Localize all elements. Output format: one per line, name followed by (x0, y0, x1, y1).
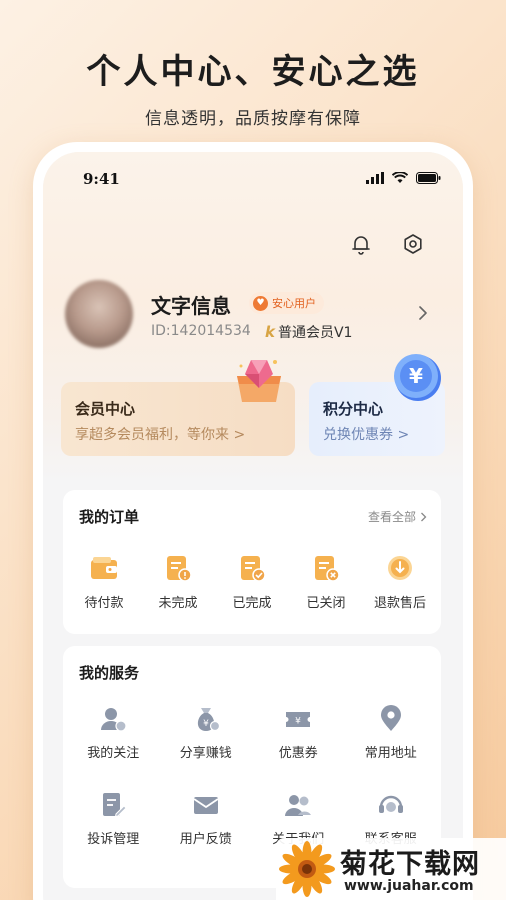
hero-subtitle: 信息透明，品质按摩有保障 (145, 109, 361, 129)
order-completed[interactable]: 已完成 (215, 552, 289, 611)
order-item-label: 退款售后 (373, 596, 426, 611)
pending-order-icon (167, 556, 192, 582)
view-all-label: 查看全部 (367, 510, 416, 524)
chevron-right-icon[interactable] (417, 306, 429, 320)
view-all-orders-link[interactable]: 查看全部 (368, 508, 427, 525)
coupon-icon: ¥ (286, 712, 311, 727)
status-bar: 9:41 (43, 170, 463, 190)
user-id: ID:142014534 (151, 323, 251, 339)
service-item-label: 用户反馈 (179, 832, 232, 847)
services-row: 我的关注 ¥ 分享赚钱 ¥ 优惠券 常用地址 (63, 704, 441, 761)
phone-frame: 9:41 文字信息 ♥ 安心用户 ID:142014534 k 普通会员V1 会… (33, 142, 473, 900)
level-icon: k (265, 323, 275, 341)
about-us-icon (285, 795, 312, 816)
order-item-label: 未完成 (158, 596, 198, 611)
battery-icon (416, 172, 441, 184)
my-services-title: 我的服务 (79, 664, 140, 682)
service-item-label: 常用地址 (364, 746, 417, 761)
order-item-label: 已关闭 (306, 596, 346, 611)
completed-order-icon (241, 556, 266, 582)
chevron-right-icon (421, 512, 427, 521)
member-center-title: 会员中心 (75, 400, 136, 418)
points-center-subtitle: 兑换优惠券 > (323, 427, 410, 443)
my-orders-panel: 我的订单 查看全部 待付款 未完成 已完成 已关闭 退款售后 (63, 490, 441, 634)
watermark-logo: 菊花下载网 www.juahar.com (276, 838, 506, 900)
svg-text:¥: ¥ (203, 719, 209, 729)
service-coupon[interactable]: ¥ 优惠券 (254, 704, 342, 761)
follow-user-icon (101, 708, 127, 732)
status-time: 9:41 (83, 170, 120, 188)
order-item-label: 待付款 (84, 596, 124, 611)
my-orders-title: 我的订单 (79, 508, 140, 526)
hero-title: 个人中心、安心之选 (86, 52, 420, 92)
member-level: k 普通会员V1 (265, 322, 352, 342)
feedback-mail-icon (193, 797, 219, 814)
customer-service-icon (378, 795, 403, 813)
signal-icon (366, 172, 384, 184)
user-name: 文字信息 (151, 294, 231, 318)
service-item-label: 我的关注 (87, 746, 140, 761)
refund-icon (388, 556, 412, 580)
complaint-edit-icon (103, 793, 127, 818)
member-level-label: 普通会员V1 (277, 325, 353, 341)
order-pending-payment[interactable]: 待付款 (67, 552, 141, 611)
flower-icon (279, 841, 335, 897)
status-badge: ♥ 安心用户 (249, 292, 324, 314)
settings-icon[interactable] (401, 232, 425, 256)
watermark-url: www.juahar.com (344, 878, 474, 894)
service-complaint[interactable]: 投诉管理 (69, 790, 157, 847)
app-screen: 9:41 文字信息 ♥ 安心用户 ID:142014534 k 普通会员V1 会… (43, 152, 463, 900)
watermark-title: 菊花下载网 (340, 849, 480, 880)
service-share-earn[interactable]: ¥ 分享赚钱 (162, 704, 250, 761)
avatar[interactable] (65, 280, 133, 348)
gift-box-icon (237, 360, 281, 402)
order-status-row: 待付款 未完成 已完成 已关闭 退款售后 (63, 552, 441, 611)
order-refund[interactable]: 退款售后 (363, 552, 437, 611)
order-incomplete[interactable]: 未完成 (141, 552, 215, 611)
svg-text:¥: ¥ (295, 717, 301, 727)
service-item-label: 分享赚钱 (179, 746, 232, 761)
order-item-label: 已完成 (232, 596, 272, 611)
shield-icon: ♥ (253, 295, 268, 311)
badge-label: 安心用户 (272, 297, 316, 310)
service-feedback[interactable]: 用户反馈 (162, 790, 250, 847)
service-item-label: 投诉管理 (87, 832, 140, 847)
bell-icon[interactable] (349, 232, 373, 256)
location-pin-icon (380, 705, 401, 731)
service-item-label: 优惠券 (278, 746, 318, 761)
points-center-title: 积分中心 (323, 400, 384, 418)
money-bag-icon: ¥ (197, 708, 220, 732)
member-center-subtitle: 享超多会员福利，等你来 > (75, 427, 246, 443)
status-icons (366, 172, 441, 184)
order-closed[interactable]: 已关闭 (289, 552, 363, 611)
closed-order-icon (315, 556, 340, 582)
service-address[interactable]: 常用地址 (347, 704, 435, 761)
service-follow[interactable]: 我的关注 (69, 704, 157, 761)
wifi-icon (392, 172, 408, 183)
coin-icon: ¥ (394, 354, 441, 401)
coin-symbol: ¥ (409, 364, 423, 388)
wallet-icon (91, 557, 117, 579)
